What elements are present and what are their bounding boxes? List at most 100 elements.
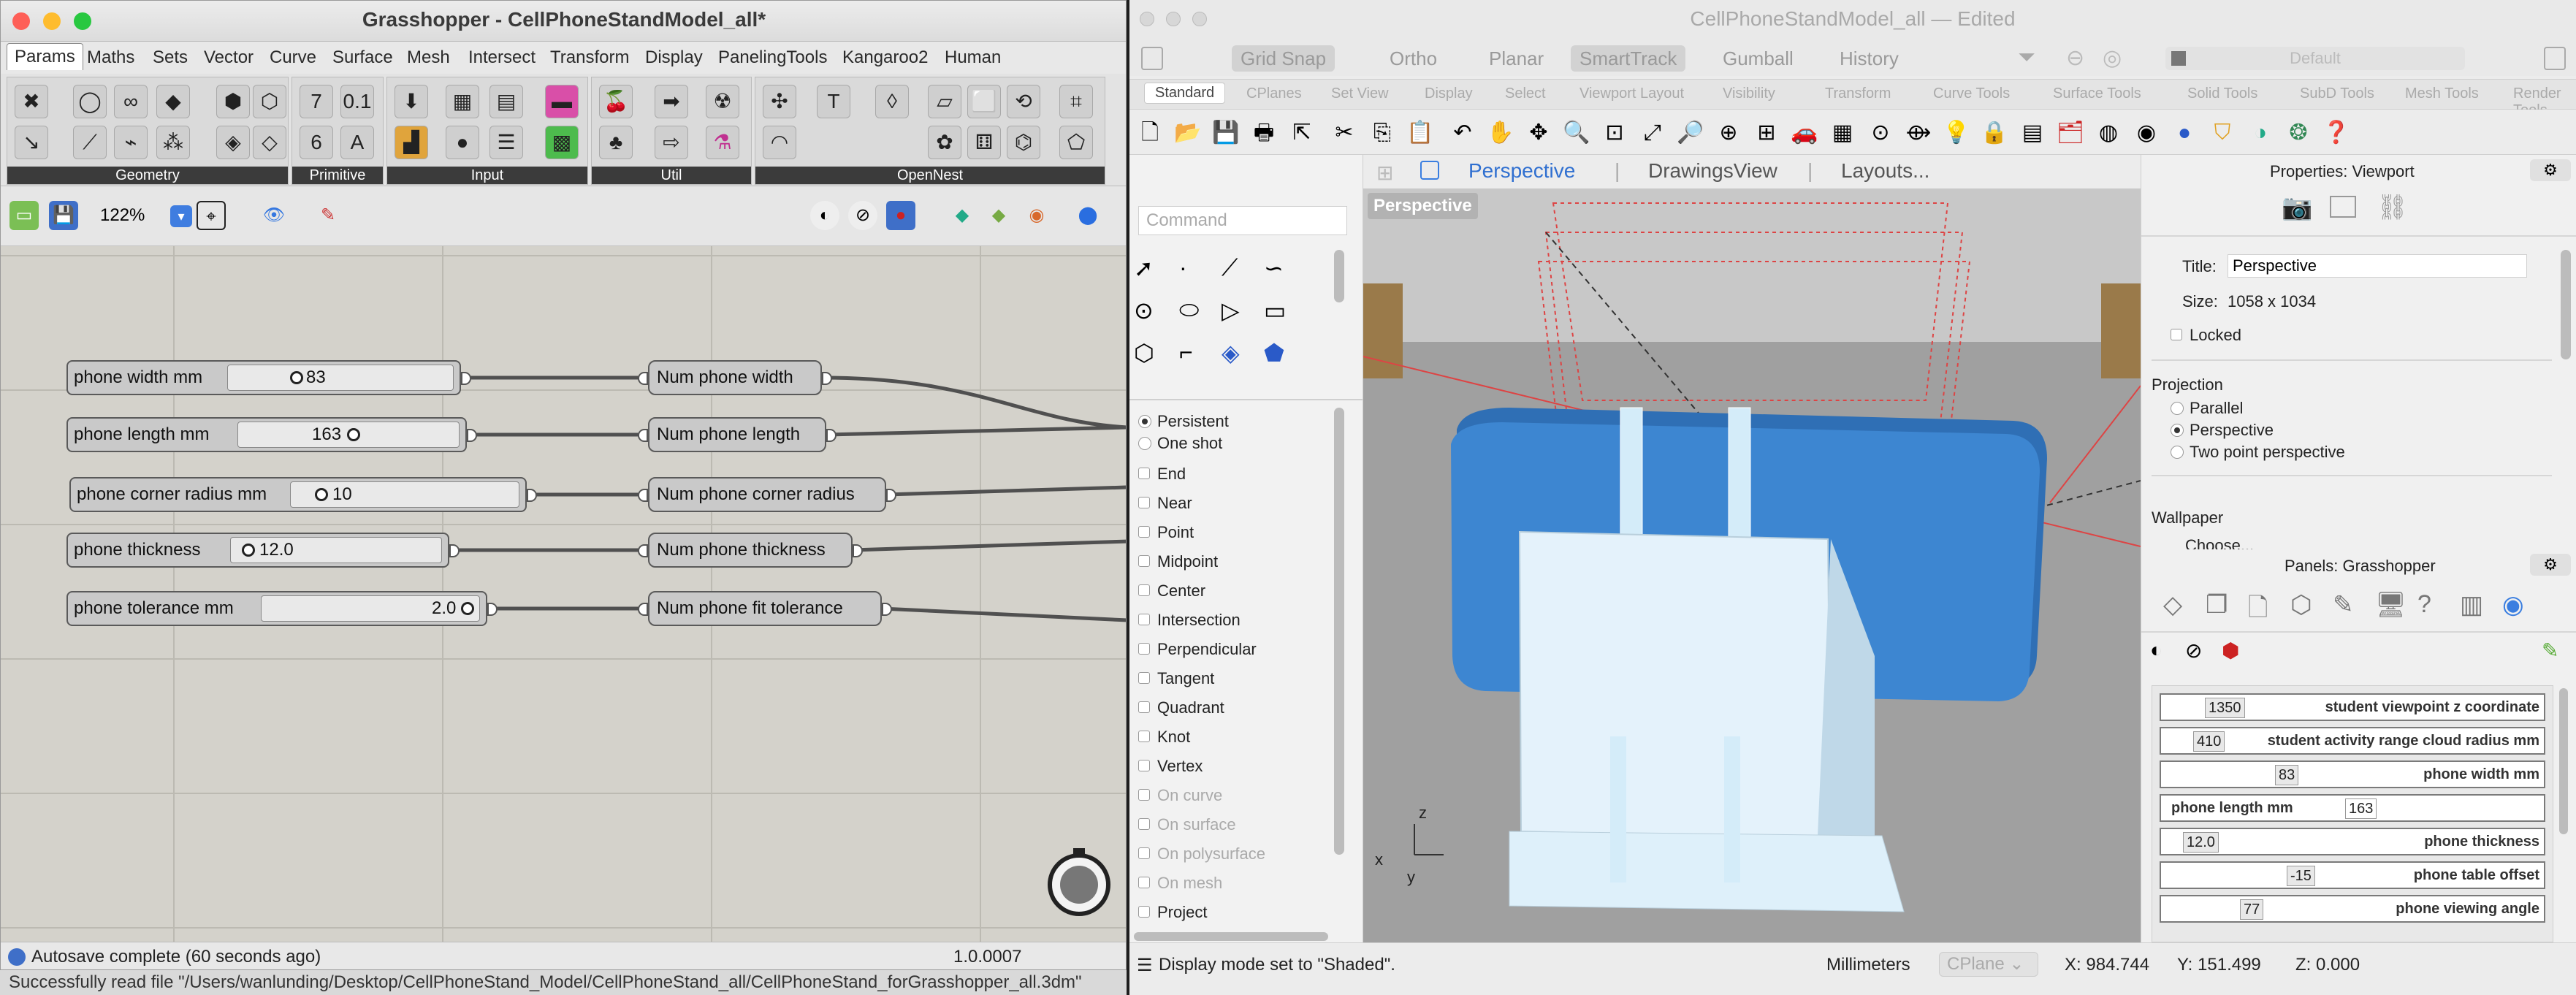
tab-maths[interactable]: Maths [87, 47, 134, 68]
select-arrow-icon[interactable]: ➚ [1134, 254, 1154, 282]
save-document-icon[interactable]: 💾 [49, 201, 78, 230]
smarttrack-toggle[interactable]: SmartTrack [1571, 45, 1686, 72]
ghost-shade-icon[interactable]: ◑ [2244, 117, 2276, 149]
panel-value[interactable]: 410 [2193, 731, 2225, 752]
flask-icon[interactable]: ⚗ [706, 126, 739, 159]
panel-row[interactable]: 77 phone viewing angle [2160, 895, 2545, 923]
slider-phone-corner-radius[interactable]: phone corner radius mm 10 [69, 477, 537, 512]
preview-none-icon[interactable]: ⊘ [848, 201, 877, 230]
gh-title-bar[interactable]: Grasshopper - CellPhoneStandModel_all* [1, 1, 1126, 42]
osnap-persistent[interactable]: Persistent [1138, 412, 1229, 431]
tab-human[interactable]: Human [945, 47, 1001, 68]
num-param-phone-corner-radius[interactable]: Num phone corner radius [638, 477, 896, 512]
preview-shaded-icon[interactable]: ● [886, 201, 915, 230]
layer-icon[interactable]: ▤ [2016, 117, 2049, 149]
tab-visibility[interactable]: Visibility [1723, 85, 1775, 102]
checkbox[interactable] [1138, 555, 1150, 567]
viewport-label[interactable]: Perspective [1368, 193, 1478, 219]
tab-panelingtools[interactable]: PanelingTools [718, 47, 827, 68]
point-icon[interactable]: · [1179, 254, 1187, 281]
input-grip[interactable] [638, 372, 648, 385]
preview-color-icon[interactable]: ◉ [1022, 201, 1051, 230]
point-param-icon[interactable]: ⁂ [156, 126, 190, 159]
history-toggle[interactable]: History [1831, 45, 1908, 72]
input-grip[interactable] [638, 429, 648, 442]
checkbox[interactable] [1138, 760, 1150, 771]
checkbox[interactable] [1138, 906, 1150, 918]
tab-viewport-layout[interactable]: Viewport Layout [1579, 85, 1684, 102]
osnap-point[interactable]: Point [1138, 523, 1194, 542]
fold-icon[interactable]: ⌬ [1007, 126, 1040, 159]
zoom-dropdown[interactable]: 122% ▾ [94, 201, 194, 230]
osnap-intersection[interactable]: Intersection [1138, 611, 1241, 630]
paint-bucket-icon[interactable]: ⛉ [2206, 117, 2238, 149]
tab-set-view[interactable]: Set View [1331, 85, 1389, 102]
preview-none-icon[interactable]: ⊘ [2185, 638, 2202, 663]
field-param-icon[interactable]: ↘ [15, 126, 48, 159]
twisted-box-icon[interactable]: ◇ [253, 126, 286, 159]
cut-icon[interactable]: ✂ [1328, 117, 1360, 149]
panels-scrollbar[interactable] [2559, 688, 2568, 834]
osnap-tangent[interactable]: Tangent [1138, 669, 1214, 688]
navigation-compass-icon[interactable] [1044, 847, 1114, 917]
flower-icon[interactable]: ✿ [928, 126, 961, 159]
checkbox[interactable] [1138, 526, 1150, 538]
surface-param-icon[interactable]: ◈ [216, 126, 250, 159]
slider-handle[interactable] [347, 428, 360, 441]
image-sampler-icon[interactable]: ▩ [545, 126, 579, 159]
panel-value[interactable]: 77 [2240, 899, 2264, 920]
value-list-icon[interactable]: ☰ [489, 126, 523, 159]
stack-icon[interactable]: ❐ [2206, 590, 2228, 620]
zoom-all-icon[interactable]: ⊕ [1712, 117, 1745, 149]
integer-param-icon[interactable]: 6 [300, 126, 333, 159]
cube-outline-icon[interactable]: ⬜ [967, 85, 1001, 118]
rectangle-icon[interactable]: ▭ [1264, 297, 1286, 324]
checkbox[interactable] [1138, 497, 1150, 508]
arc-icon[interactable]: ⬡ [1134, 339, 1154, 367]
osnap-vertex[interactable]: Vertex [1138, 757, 1203, 776]
save-file-icon[interactable]: 💾 [1210, 117, 1242, 149]
text-tool-icon[interactable]: T [817, 85, 850, 118]
panels-toggle-icon[interactable] [2544, 47, 2566, 70]
display-icon[interactable]: 🖥 [2375, 590, 2407, 620]
horizontal-scrollbar[interactable] [1134, 932, 1328, 941]
data-output-icon[interactable]: ➡ [655, 85, 688, 118]
checkbox[interactable] [1138, 584, 1150, 596]
new-file-icon[interactable]: 🗋 [1134, 117, 1166, 149]
current-layer-dropdown[interactable]: Default [2165, 47, 2465, 70]
projection-two-point[interactable]: Two point perspective [2171, 443, 2345, 462]
number-param-icon[interactable]: 7 [300, 85, 333, 118]
tab-surface[interactable]: Surface [332, 47, 393, 68]
viewport-props-icon[interactable] [2330, 196, 2356, 218]
slider-handle[interactable] [315, 488, 328, 501]
tab-transform[interactable]: Transform [550, 47, 629, 68]
checkbox[interactable] [1138, 643, 1150, 655]
num-param-phone-length[interactable]: Num phone length [638, 417, 837, 452]
single-viewport-icon[interactable] [1420, 161, 1439, 180]
cut-sheet-icon[interactable]: ⌗ [1059, 85, 1093, 118]
tab-solid-tools[interactable]: Solid Tools [2187, 85, 2257, 102]
tab-kangaroo2[interactable]: Kangaroo2 [842, 47, 928, 68]
osnap-end[interactable]: End [1138, 465, 1186, 484]
tab-display[interactable]: Display [645, 47, 703, 68]
color-wheel-icon[interactable]: ◍ [2092, 117, 2125, 149]
tab-vector[interactable]: Vector [204, 47, 254, 68]
slider-handle[interactable] [242, 544, 255, 557]
library-icon[interactable]: ▥ [2460, 590, 2483, 620]
polyline-icon[interactable]: ⟋ [1222, 254, 1238, 282]
zoom-window-icon[interactable]: ⊡ [1598, 117, 1631, 149]
osnap-quadrant[interactable]: Quadrant [1138, 698, 1224, 717]
checkbox[interactable] [1138, 731, 1150, 742]
num-param-phone-fit-tolerance[interactable]: Num phone fit tolerance [638, 591, 892, 626]
loft-icon[interactable]: ⬟ [1264, 339, 1284, 367]
tab-mesh-tools[interactable]: Mesh Tools [2405, 85, 2479, 102]
list-icon[interactable]: ☰ [1137, 955, 1153, 976]
panel-value[interactable]: 1350 [2205, 698, 2245, 718]
radio[interactable] [2171, 446, 2184, 459]
render-sphere-icon[interactable]: ● [2168, 117, 2200, 149]
properties-scrollbar[interactable] [2561, 250, 2571, 359]
circle-param-icon[interactable]: ◯ [73, 85, 107, 118]
graph-mapper-icon[interactable]: ▟ [395, 126, 428, 159]
calculator-icon[interactable]: ▦ [446, 85, 479, 118]
osnap-center[interactable]: Center [1138, 582, 1205, 601]
